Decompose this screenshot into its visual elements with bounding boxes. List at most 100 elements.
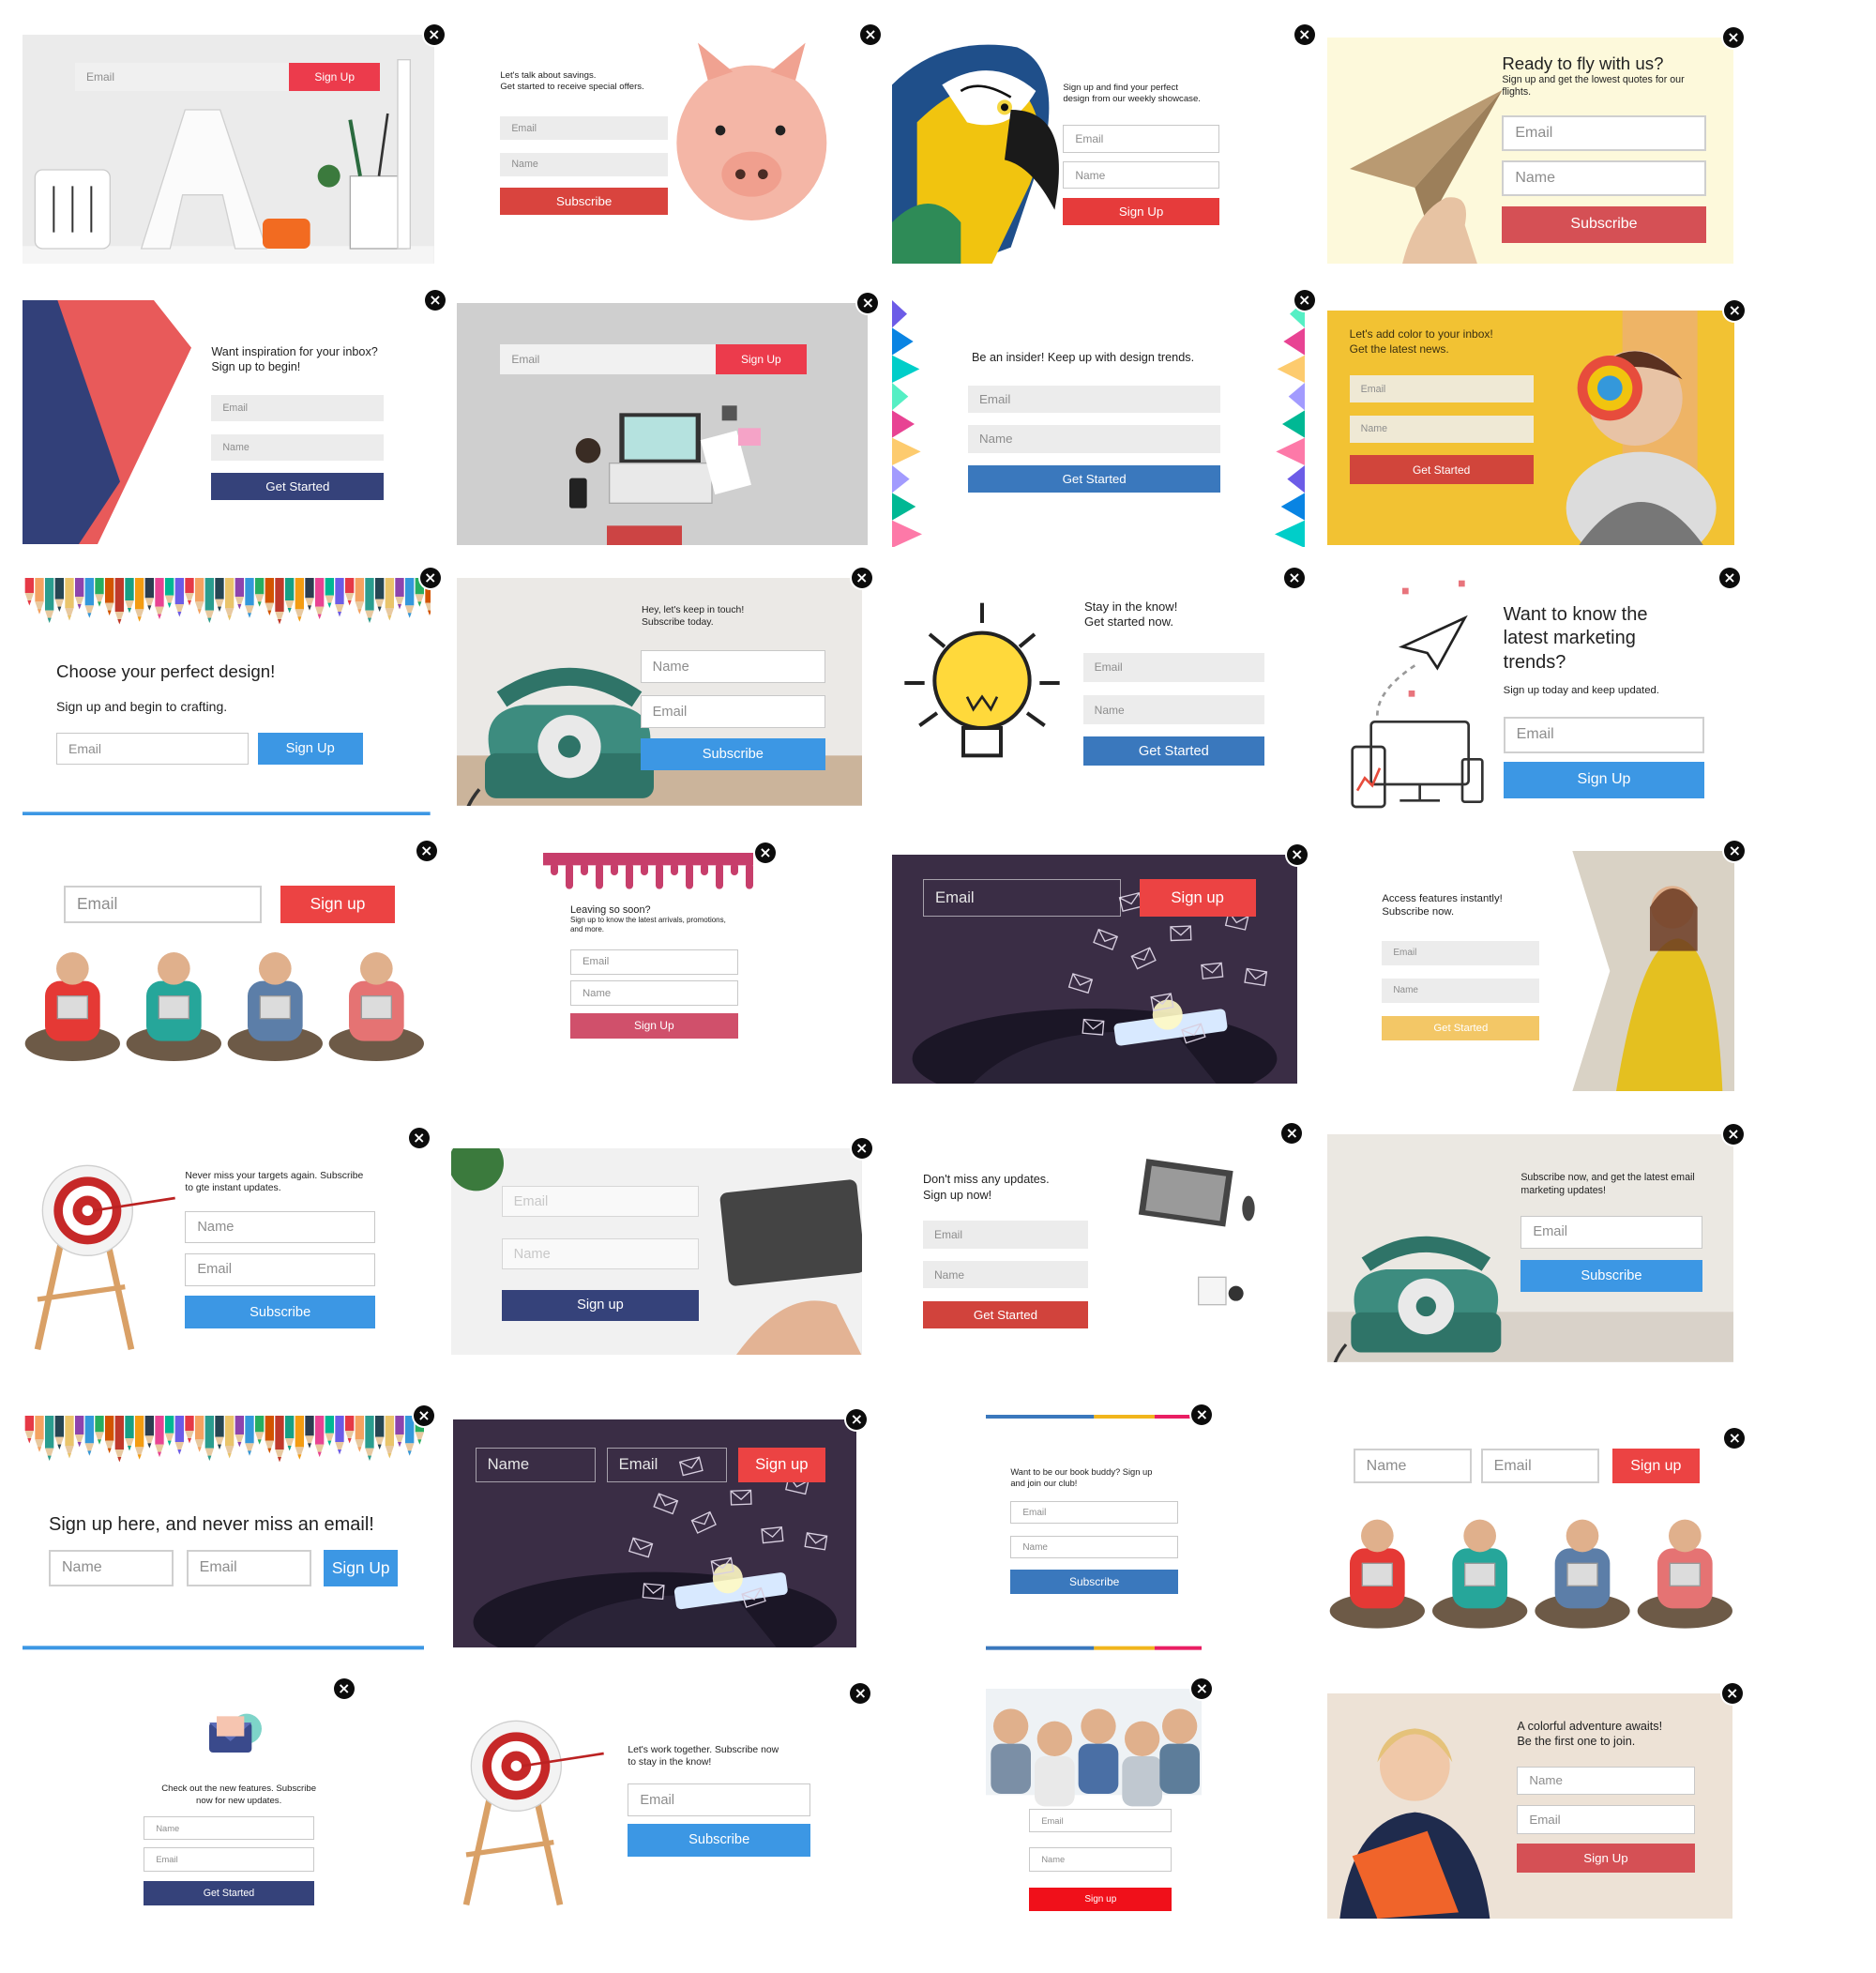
name-field[interactable]: Name: [185, 1210, 375, 1244]
close-icon[interactable]: ×: [857, 292, 879, 313]
close-icon[interactable]: ×: [850, 1683, 871, 1705]
email-field[interactable]: Email: [628, 1783, 810, 1816]
get-started-button[interactable]: Get Started: [1382, 1015, 1540, 1041]
name-field[interactable]: Name: [144, 1816, 314, 1841]
close-icon[interactable]: ×: [423, 24, 445, 46]
close-icon[interactable]: ×: [1294, 24, 1315, 46]
subscribe-button[interactable]: Subscribe: [1502, 206, 1706, 243]
name-field[interactable]: Name: [922, 1261, 1088, 1289]
name-field[interactable]: Name: [1382, 978, 1540, 1004]
name-field[interactable]: Name: [1353, 1448, 1473, 1484]
close-icon[interactable]: ×: [1722, 27, 1744, 48]
close-icon[interactable]: ×: [1294, 290, 1315, 311]
close-icon[interactable]: ×: [408, 1128, 430, 1149]
get-started-button[interactable]: Get Started: [922, 1300, 1088, 1328]
email-field[interactable]: Email: [1010, 1501, 1178, 1524]
get-started-button[interactable]: Get Started: [1349, 455, 1534, 484]
sign-up-button[interactable]: Sign Up: [715, 343, 807, 374]
email-field[interactable]: Email: [1502, 114, 1706, 152]
email-field[interactable]: Email: [185, 1252, 375, 1286]
name-field[interactable]: Name: [1082, 695, 1264, 724]
email-field[interactable]: Email: [500, 343, 716, 374]
sign-up-button[interactable]: Sign Up: [1503, 762, 1705, 798]
name-field[interactable]: Name: [1010, 1536, 1178, 1559]
name-field[interactable]: Name: [1517, 1766, 1695, 1796]
sign-up-button[interactable]: Sign Up: [1517, 1844, 1695, 1873]
close-icon[interactable]: ×: [1721, 1683, 1743, 1705]
email-field[interactable]: Email: [64, 885, 262, 923]
sign-up-button[interactable]: Sign Up: [569, 1012, 738, 1039]
email-field[interactable]: Email: [75, 62, 289, 92]
email-field[interactable]: Email: [211, 395, 385, 422]
sign-up-button[interactable]: Sign Up: [257, 733, 363, 765]
name-field[interactable]: Name: [49, 1549, 174, 1586]
email-field[interactable]: Email: [1063, 125, 1219, 153]
close-icon[interactable]: ×: [860, 24, 881, 46]
sign-up-button[interactable]: Sign up: [1611, 1448, 1700, 1484]
email-field[interactable]: Email: [922, 1221, 1088, 1249]
name-field[interactable]: Name: [1063, 160, 1219, 190]
get-started-button[interactable]: Get Started: [144, 1881, 314, 1905]
email-field[interactable]: Email: [144, 1847, 314, 1872]
email-field[interactable]: Email: [501, 1186, 700, 1218]
name-field[interactable]: Name: [475, 1447, 596, 1482]
close-icon[interactable]: ×: [1191, 1678, 1213, 1699]
close-icon[interactable]: ×: [1281, 1123, 1303, 1144]
close-icon[interactable]: ×: [419, 568, 441, 588]
email-field[interactable]: Email: [1029, 1809, 1172, 1833]
email-field[interactable]: Email: [569, 949, 738, 975]
email-field[interactable]: Email: [640, 695, 825, 728]
email-field[interactable]: Email: [1520, 1215, 1702, 1249]
close-icon[interactable]: ×: [1286, 843, 1308, 865]
close-icon[interactable]: ×: [851, 1138, 872, 1159]
email-field[interactable]: Email: [606, 1447, 727, 1482]
email-field[interactable]: Email: [56, 733, 250, 765]
sign-up-button[interactable]: Sign up: [737, 1447, 825, 1482]
sign-up-button[interactable]: Sign Up: [289, 62, 381, 92]
name-field[interactable]: Name: [967, 425, 1221, 453]
email-field[interactable]: Email: [1082, 653, 1264, 682]
email-field[interactable]: Email: [1517, 1804, 1695, 1834]
name-field[interactable]: Name: [1029, 1847, 1172, 1872]
sign-up-button[interactable]: Sign up: [1139, 879, 1256, 918]
name-field[interactable]: Name: [1502, 159, 1706, 197]
close-icon[interactable]: ×: [1724, 840, 1746, 861]
email-field[interactable]: Email: [1349, 374, 1534, 403]
get-started-button[interactable]: Get Started: [211, 473, 385, 501]
close-icon[interactable]: ×: [851, 568, 872, 588]
sign-up-button[interactable]: Sign up: [501, 1289, 700, 1321]
sign-up-button[interactable]: Sign Up: [324, 1549, 398, 1586]
email-field[interactable]: Email: [1382, 940, 1540, 966]
close-icon[interactable]: ×: [1724, 299, 1746, 321]
name-field[interactable]: Name: [1349, 415, 1534, 443]
close-icon[interactable]: ×: [1191, 1404, 1213, 1425]
subscribe-button[interactable]: Subscribe: [500, 187, 668, 216]
subscribe-button[interactable]: Subscribe: [185, 1296, 375, 1328]
sign-up-button[interactable]: Sign Up: [1063, 197, 1219, 225]
email-field[interactable]: Email: [500, 115, 668, 141]
close-icon[interactable]: ×: [416, 840, 437, 861]
close-icon[interactable]: ×: [425, 290, 446, 311]
sign-up-button[interactable]: Sign up: [1029, 1888, 1172, 1912]
close-icon[interactable]: ×: [414, 1405, 434, 1427]
subscribe-button[interactable]: Subscribe: [628, 1823, 810, 1857]
close-icon[interactable]: ×: [1718, 568, 1740, 588]
sign-up-button[interactable]: Sign up: [280, 885, 396, 923]
email-field[interactable]: Email: [967, 385, 1221, 413]
close-icon[interactable]: ×: [1283, 568, 1305, 588]
name-field[interactable]: Name: [500, 152, 668, 176]
get-started-button[interactable]: Get Started: [1082, 736, 1264, 766]
name-field[interactable]: Name: [640, 650, 825, 683]
email-field[interactable]: Email: [1480, 1448, 1600, 1484]
email-field[interactable]: Email: [186, 1549, 311, 1586]
close-icon[interactable]: ×: [333, 1678, 355, 1699]
email-field[interactable]: Email: [922, 879, 1121, 918]
subscribe-button[interactable]: Subscribe: [1010, 1570, 1178, 1594]
close-icon[interactable]: ×: [754, 842, 776, 864]
close-icon[interactable]: ×: [1724, 1428, 1746, 1449]
name-field[interactable]: Name: [569, 980, 738, 1006]
subscribe-button[interactable]: Subscribe: [1520, 1259, 1702, 1293]
subscribe-button[interactable]: Subscribe: [640, 737, 825, 771]
close-icon[interactable]: ×: [1722, 1124, 1744, 1146]
name-field[interactable]: Name: [211, 433, 385, 461]
